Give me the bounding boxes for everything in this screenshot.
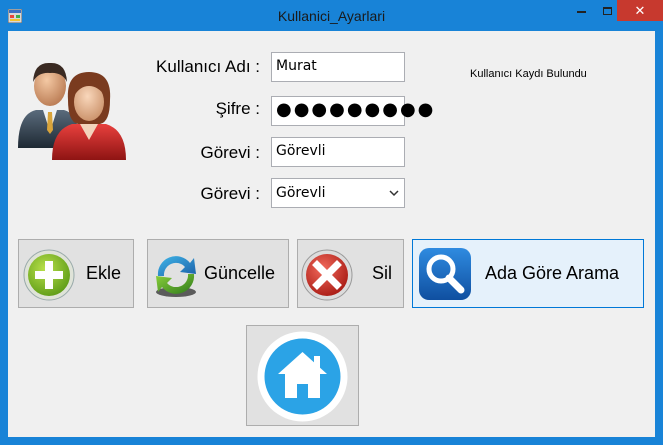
delete-x-icon [301, 249, 353, 301]
maximize-icon [602, 6, 612, 15]
delete-button[interactable]: Sil [297, 239, 404, 308]
magnifier-icon [419, 248, 471, 300]
users-icon [18, 62, 126, 160]
search-button-label: Ada Göre Arama [485, 263, 620, 283]
home-button[interactable] [246, 325, 359, 426]
chevron-down-icon [389, 190, 399, 197]
home-icon [257, 331, 348, 422]
minimize-icon [576, 10, 586, 13]
window-title: Kullanici_Ayarlari [277, 8, 386, 24]
plus-circle-icon [23, 249, 75, 301]
add-button[interactable]: Ekle [18, 239, 134, 308]
search-by-name-button[interactable]: Ada Göre Arama [412, 239, 644, 308]
role-label: Görevi : [200, 143, 260, 162]
add-button-label: Ekle [86, 263, 122, 283]
update-button[interactable]: Güncelle [147, 239, 289, 308]
role-select-value: Görevli [276, 185, 326, 201]
role-select-label: Görevi : [200, 184, 260, 203]
update-button-label: Güncelle [204, 263, 276, 283]
status-message: Kullanıcı Kaydı Bulundu [470, 68, 587, 80]
close-button[interactable]: ✕ [617, 0, 663, 21]
close-icon: ✕ [634, 2, 646, 18]
title-bar[interactable]: Kullanici_Ayarlari ✕ [0, 0, 663, 31]
password-field[interactable]: ●●●●●●●●● [271, 96, 433, 126]
username-field[interactable]: Murat [271, 52, 405, 82]
password-label: Şifre : [215, 99, 260, 118]
minimize-button[interactable] [568, 0, 594, 21]
delete-button-label: Sil [372, 263, 393, 283]
role-select[interactable]: Görevli [271, 178, 405, 208]
refresh-icon [156, 256, 196, 297]
role-field[interactable]: Görevli [271, 137, 405, 167]
username-label: Kullanıcı Adı : [156, 57, 260, 76]
